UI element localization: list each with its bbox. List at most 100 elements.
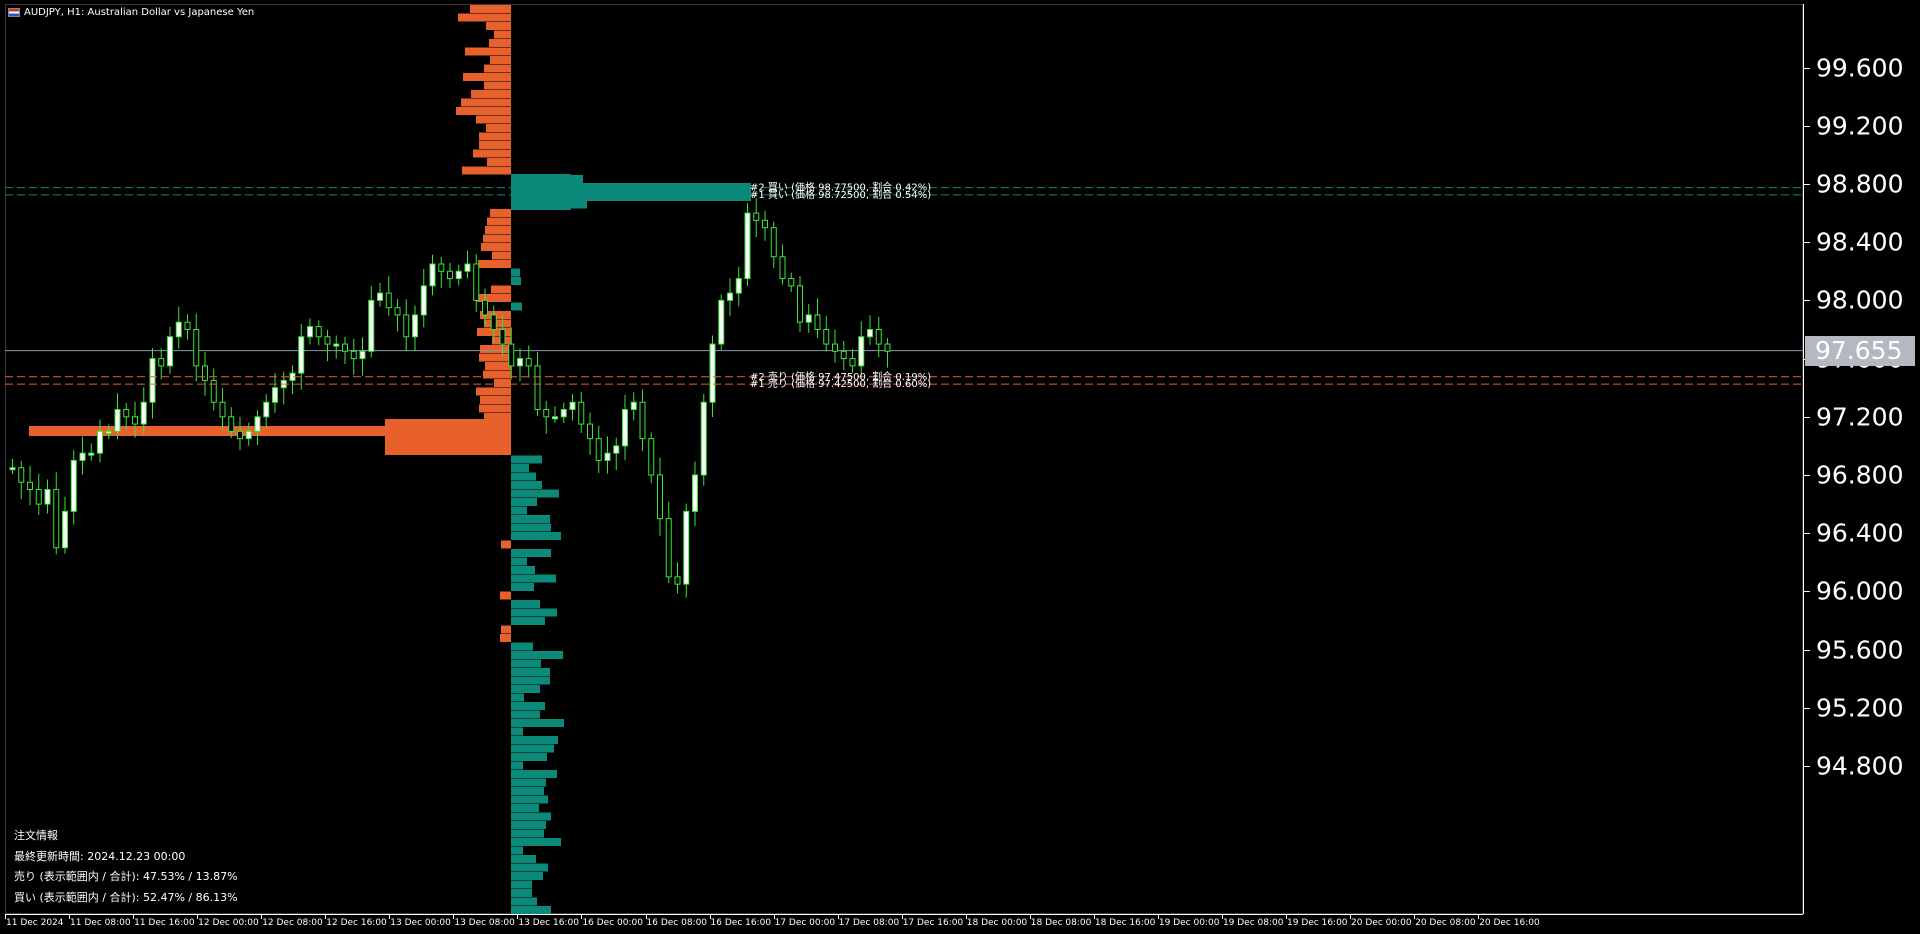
price-chart[interactable]: #2 買い (価格 98.77500, 割合 0.42%)#1 買い (価格 9… bbox=[0, 0, 1803, 914]
histogram-bar bbox=[511, 744, 554, 753]
price-axis[interactable]: 99.60099.20098.80098.40098.00097.60097.2… bbox=[1803, 4, 1920, 914]
histogram-bar bbox=[511, 481, 542, 489]
candle-body bbox=[832, 343, 838, 352]
price-tick bbox=[1804, 591, 1810, 593]
candle bbox=[438, 257, 445, 288]
histogram-bar bbox=[476, 387, 511, 396]
histogram-bar bbox=[511, 574, 556, 583]
histogram-bar bbox=[511, 897, 537, 906]
price-label: 98.400 bbox=[1816, 227, 1904, 257]
candle-body bbox=[727, 292, 733, 301]
histogram-bar bbox=[511, 506, 527, 515]
histogram-bar bbox=[511, 710, 540, 719]
candle-body bbox=[867, 329, 873, 338]
candle-body bbox=[779, 256, 786, 280]
price-tick bbox=[1804, 707, 1810, 709]
candle bbox=[27, 465, 33, 506]
candle-body bbox=[534, 365, 541, 411]
histogram-bar bbox=[511, 761, 523, 770]
histogram-bar bbox=[511, 532, 561, 540]
order-info-panel: 注文情報 最終更新時間: 2024.12.23 00:00 売り (表示範囲内 … bbox=[14, 826, 238, 908]
histogram-bar bbox=[483, 234, 511, 243]
candle bbox=[307, 318, 313, 345]
histogram-bar bbox=[511, 863, 548, 872]
candle bbox=[805, 304, 812, 333]
candle-body bbox=[9, 467, 16, 471]
price-label: 95.200 bbox=[1816, 693, 1904, 723]
histogram-bar bbox=[511, 685, 540, 693]
candle bbox=[578, 391, 585, 434]
candle-body bbox=[455, 270, 462, 280]
candle-body bbox=[272, 387, 278, 403]
candle bbox=[560, 402, 567, 424]
candle-body bbox=[753, 212, 760, 221]
candle-body bbox=[578, 401, 585, 425]
histogram-bar bbox=[492, 251, 511, 260]
histogram-bar bbox=[471, 90, 511, 98]
time-axis[interactable]: 11 Dec 2024 11 Dec 08:00 11 Dec 16:00 12 De… bbox=[5, 914, 1803, 934]
candle-body bbox=[219, 401, 226, 418]
sell-order-label: #1 売り (価格 97.42500, 割合 0.60%) bbox=[750, 377, 931, 390]
candle bbox=[237, 416, 243, 451]
price-label: 97.200 bbox=[1816, 402, 1904, 432]
candle bbox=[53, 472, 60, 555]
time-label: 17 Dec 08:00 bbox=[838, 918, 900, 928]
candle-body bbox=[587, 423, 593, 440]
price-label: 96.000 bbox=[1816, 576, 1904, 606]
time-label: 19 Dec 08:00 bbox=[1222, 918, 1284, 928]
histogram-bar bbox=[511, 889, 532, 897]
histogram-bar bbox=[511, 523, 551, 532]
price-label: 94.800 bbox=[1816, 751, 1904, 781]
candle-body bbox=[44, 489, 51, 505]
candle-body bbox=[858, 336, 865, 367]
price-label: 98.000 bbox=[1816, 285, 1904, 315]
current-price-label: 97.655 bbox=[1805, 335, 1915, 366]
chart-window[interactable]: #2 買い (価格 98.77500, 割合 0.42%) #1 買い (価格 9… bbox=[0, 0, 1920, 934]
candle bbox=[709, 335, 716, 417]
candle-body bbox=[18, 467, 25, 483]
histogram-bar bbox=[511, 277, 521, 285]
histogram-bar bbox=[490, 56, 511, 64]
candle bbox=[289, 365, 296, 394]
histogram-bar bbox=[463, 73, 511, 81]
candle-body bbox=[53, 489, 60, 549]
histogram-bar bbox=[511, 455, 542, 464]
histogram-bar bbox=[494, 379, 511, 387]
histogram-bar bbox=[484, 81, 511, 90]
candle bbox=[447, 262, 453, 289]
histogram-bar bbox=[478, 260, 511, 268]
histogram-bar bbox=[511, 719, 564, 727]
candle-body bbox=[447, 270, 453, 280]
candle-body bbox=[193, 329, 200, 367]
histogram-bar bbox=[480, 396, 511, 404]
histogram-bar bbox=[511, 557, 527, 566]
candle-body bbox=[604, 452, 611, 461]
histogram-bar bbox=[501, 625, 511, 634]
candle bbox=[744, 203, 751, 286]
candle-body bbox=[884, 343, 891, 352]
histogram-bar bbox=[470, 5, 511, 13]
candle-body bbox=[359, 350, 366, 360]
candle-body bbox=[525, 358, 532, 367]
histogram-bar bbox=[511, 880, 532, 889]
candle bbox=[219, 387, 226, 431]
time-label: 20 Dec 16:00 bbox=[1479, 918, 1540, 928]
candle bbox=[762, 210, 768, 241]
candle bbox=[184, 314, 191, 340]
histogram-bar bbox=[511, 693, 524, 702]
candle bbox=[350, 338, 357, 375]
candle bbox=[858, 321, 865, 378]
candle-body bbox=[788, 278, 795, 287]
time-label: 16 Dec 00:00 bbox=[582, 918, 643, 928]
candle-body bbox=[499, 329, 506, 345]
candle-body bbox=[385, 292, 392, 309]
time-label: 16 Dec 16:00 bbox=[710, 918, 772, 928]
time-label: 19 Dec 16:00 bbox=[1287, 918, 1348, 928]
order-levels: #2 買い (価格 98.77500, 割合 0.42%)#1 買い (価格 9… bbox=[5, 181, 1803, 390]
candle-body bbox=[517, 358, 523, 367]
histogram-bar bbox=[511, 804, 539, 812]
candle bbox=[770, 221, 777, 269]
candle bbox=[735, 266, 742, 307]
candle bbox=[158, 348, 165, 380]
candle-body bbox=[622, 409, 628, 447]
